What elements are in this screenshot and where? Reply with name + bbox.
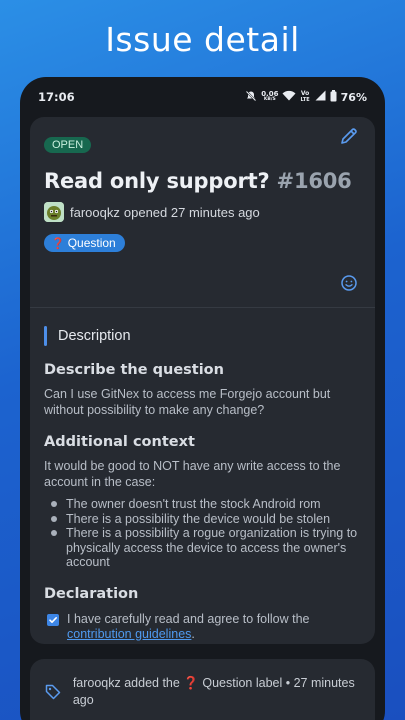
signal-icon [314, 90, 326, 104]
declaration-checkbox[interactable] [47, 613, 59, 626]
avatar[interactable] [44, 202, 64, 222]
mute-icon [245, 90, 257, 105]
status-time: 17:06 [38, 90, 75, 104]
volte-indicator: Vo LTE [300, 90, 310, 104]
label-text: Question [67, 236, 116, 250]
question-mark-icon: ❓ [51, 237, 65, 250]
timeline-event-text: farooqkz added the ❓ Question label • 27… [72, 676, 355, 707]
description-label: Description [58, 328, 131, 344]
battery-percent: 76% [340, 90, 367, 104]
bullet-dot [51, 501, 57, 507]
section-body-context: It would be good to NOT have any write a… [44, 459, 341, 489]
contribution-guidelines-link[interactable]: contribution guidelines [67, 627, 191, 641]
network-speed: 0.06 KB/S [261, 90, 279, 103]
battery-icon [330, 89, 337, 105]
edit-pencil-icon[interactable] [339, 126, 359, 146]
context-bullet-list: The owner doesn't trust the stock Androi… [44, 497, 361, 570]
issue-header: OPEN Read only support? #1606 farooqkz o… [30, 117, 375, 307]
issue-title-text: Read only support? [44, 169, 270, 193]
label-chip-question[interactable]: ❓ Question [44, 234, 125, 252]
add-reaction-smiley-icon[interactable] [339, 273, 359, 293]
section-heading-context: Additional context [44, 434, 195, 450]
issue-description: Description Describe the question Can I … [30, 308, 375, 642]
status-icons: 0.06 KB/S Vo LTE 76% [245, 89, 367, 105]
status-bar: 17:06 0.06 KB/S Vo LTE 76% [20, 77, 385, 117]
declaration-text: I have carefully read and agree to follo… [67, 611, 310, 641]
timeline-event: farooqkz added the ❓ Question label • 27… [30, 659, 375, 709]
section-heading-declaration: Declaration [44, 585, 139, 602]
list-item: There is a possibility the device would … [44, 512, 361, 527]
phone-frame: 17:06 0.06 KB/S Vo LTE 76% OPEN Read onl… [20, 77, 385, 720]
section-body-question: Can I use GitNex to access me Forgejo ac… [44, 387, 331, 417]
issue-author[interactable]: farooqkz [70, 205, 120, 220]
issue-opened-time: opened 27 minutes ago [123, 204, 260, 220]
bullet-dot [51, 515, 57, 522]
tag-icon [44, 683, 63, 703]
issue-title: Read only support? #1606 [44, 169, 361, 193]
wifi-icon [282, 90, 296, 104]
author-row: farooqkz opened 27 minutes ago [44, 202, 361, 222]
bullet-dot [51, 530, 57, 536]
list-item: The owner doesn't trust the stock Androi… [44, 497, 361, 512]
issue-number: #1606 [276, 169, 352, 193]
description-accent-bar [44, 326, 47, 346]
declaration-row: I have carefully read and agree to follo… [44, 612, 361, 642]
list-item: There is a possibility a rogue organizat… [44, 526, 361, 570]
section-heading-question: Describe the question [44, 362, 224, 378]
issue-card: OPEN Read only support? #1606 farooqkz o… [30, 117, 375, 644]
description-header: Description [44, 326, 361, 346]
timeline-event-card: farooqkz added the ❓ Question label • 27… [30, 659, 375, 720]
status-badge: OPEN [44, 137, 92, 153]
screenshot-headline: Issue detail [105, 20, 300, 59]
